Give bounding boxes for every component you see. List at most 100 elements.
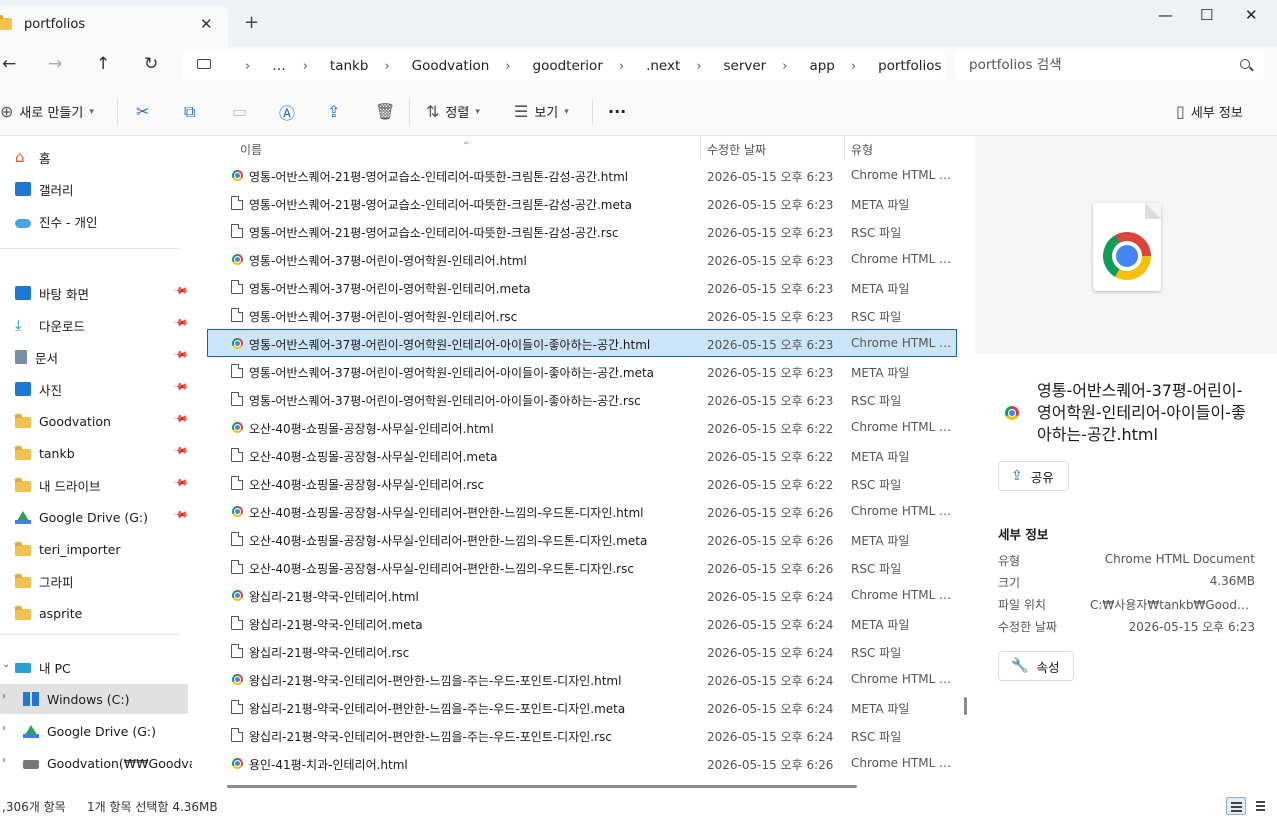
cut-button[interactable]: ✂ [136,87,149,136]
breadcrumb-item[interactable]: portfolios [878,58,941,74]
table-row[interactable]: 왕십리-21평-약국-인테리어.html 2026-05-15 오후 6:24 Ch… [207,581,957,609]
table-row[interactable]: 왕십리-21평-약국-인테리어-편안한-느낌을-주는-우드-포인트-디자인.ht… [207,665,957,693]
maximize-button[interactable]: ☐ [1200,6,1213,24]
table-row[interactable]: 왕십리-21평-약국-인테리어-편안한-느낌을-주는-우드-포인트-디자인.rs… [207,721,957,749]
details-share-button[interactable]: ⇪ 공유 [998,461,1069,491]
sidebar-item[interactable]: teri_importer [0,534,188,564]
table-row[interactable]: 영통-어반스퀘어-37평-어린이-영어학원-인테리어.meta 2026-05-1… [207,273,957,301]
sidebar-item[interactable]: › Goodvation(₩₩Goodvation [0,748,192,778]
column-type[interactable]: 유형 [851,141,873,158]
sidebar-item[interactable]: 갤러리 [0,174,188,204]
sidebar-item[interactable]: ⤓ 다운로드 📌 [0,310,189,340]
chevron-right-icon[interactable]: › [851,59,856,74]
sidebar-item[interactable]: 사진 📌 [0,374,189,404]
chevron-down-icon[interactable]: ⌄ [2,659,10,670]
pin-icon[interactable]: 📌 [172,283,189,300]
table-row[interactable]: 왕십리-21평-약국-인테리어.meta 2026-05-15 오후 6:24 ME… [207,609,957,637]
breadcrumb-item[interactable]: tankb [330,58,369,74]
table-row[interactable]: 용인-41평-치과-인테리어.html 2026-05-15 오후 6:26 Chr… [207,749,957,777]
horizontal-scrollbar[interactable] [227,785,857,788]
view-button[interactable]: ☰ 보기 ▾ [514,87,569,136]
paste-button[interactable]: ▭ [232,87,247,136]
up-button[interactable]: ↑ [96,54,110,74]
sidebar-item[interactable]: 진수 - 개인 [0,206,188,236]
sidebar-item[interactable]: asprite [0,598,188,628]
share-button[interactable]: ⇪ [327,87,340,136]
sort-button[interactable]: ⇅ 정렬 ▾ [426,87,480,136]
breadcrumb-item[interactable]: server [723,58,766,74]
sidebar-item[interactable]: 그라피 [0,566,188,596]
sidebar-item[interactable]: ⌂ 홈 [0,142,188,172]
table-row[interactable]: 오산-40평-쇼핑몰-공장형-사무실-인테리어.html 2026-05-15 오… [207,413,957,441]
table-row[interactable]: 오산-40평-쇼핑몰-공장형-사무실-인테리어-편안한-느낌의-우드톤-디자인.… [207,497,957,525]
table-row[interactable]: 영통-어반스퀘어-21평-영어교습소-인테리어-따뜻한-크림톤-감성-공간.rs… [207,217,957,245]
chevron-right-icon[interactable]: › [303,59,308,74]
table-row[interactable]: 영통-어반스퀘어-37평-어린이-영어학원-인테리어-아이들이-좋아하는-공간.… [207,357,957,385]
pin-icon[interactable]: 📌 [172,507,189,524]
new-button[interactable]: ⊕ 새로 만들기 ▾ [0,87,94,136]
chevron-right-icon[interactable]: › [2,691,6,702]
search-icon[interactable] [1240,59,1250,69]
chevron-right-icon[interactable]: › [2,723,6,734]
pin-icon[interactable]: 📌 [172,379,189,396]
table-row[interactable]: 오산-40평-쇼핑몰-공장형-사무실-인테리어.meta 2026-05-15 오… [207,441,957,469]
close-window-button[interactable]: ✕ [1245,6,1258,24]
close-tab-icon[interactable]: ✕ [200,15,213,33]
table-row[interactable]: 오산-40평-쇼핑몰-공장형-사무실-인테리어-편안한-느낌의-우드톤-디자인.… [207,525,957,553]
column-date[interactable]: 수정한 날짜 [707,141,766,158]
sidebar-item[interactable]: ⌄ 내 PC [0,652,188,682]
search-input[interactable] [969,55,1229,75]
pin-icon[interactable]: 📌 [172,347,189,364]
address-bar[interactable]: › … › tankb › Goodvation › goodterior › .next › ser… [183,50,963,80]
chevron-right-icon[interactable]: › [619,59,624,74]
tiles-view-button[interactable] [1252,797,1272,815]
table-row[interactable]: 영통-어반스퀘어-37평-어린이-영어학원-인테리어.rsc 2026-05-15… [207,301,957,329]
table-row[interactable]: 영통-어반스퀘어-21평-영어교습소-인테리어-따뜻한-크림톤-감성-공간.ht… [207,161,957,189]
more-options-button[interactable]: ··· [608,87,626,136]
pin-icon[interactable]: 📌 [172,443,189,460]
chevron-right-icon[interactable]: › [245,59,250,74]
table-row[interactable]: 왕십리-21평-약국-인테리어-편안한-느낌을-주는-우드-포인트-디자인.me… [207,693,957,721]
tab-portfolios[interactable]: portfolios ✕ [0,5,228,47]
table-row[interactable]: 영통-어반스퀘어-37평-어린이-영어학원-인테리어.html 2026-05-1… [207,245,957,273]
chevron-right-icon[interactable]: › [782,59,787,74]
back-button[interactable]: ← [2,54,16,74]
delete-button[interactable]: 🗑 [375,87,395,136]
table-row[interactable]: 오산-40평-쇼핑몰-공장형-사무실-인테리어.rsc 2026-05-15 오후… [207,469,957,497]
table-row[interactable]: 영통-어반스퀘어-37평-어린이-영어학원-인테리어-아이들이-좋아하는-공간.… [207,329,957,357]
breadcrumb-item[interactable]: app [809,58,834,74]
table-row[interactable]: 왕십리-21평-약국-인테리어.rsc 2026-05-15 오후 6:24 RSC… [207,637,957,665]
chevron-right-icon[interactable]: › [505,59,510,74]
rename-button[interactable]: Ⓐ [279,87,295,136]
details-pane-button[interactable]: ▯ 세부 정보 [1176,87,1243,136]
minimize-button[interactable]: — [1158,6,1173,24]
pin-icon[interactable]: 📌 [172,315,189,332]
column-divider[interactable] [700,136,701,160]
new-tab-button[interactable]: + [244,12,259,33]
sidebar-item[interactable]: › Windows (C:) [0,684,188,714]
vertical-scrollbar[interactable] [964,697,967,715]
sidebar-item[interactable]: 바탕 화면 📌 [0,278,189,308]
sidebar-item[interactable]: tankb 📌 [0,438,189,468]
details-view-button[interactable] [1226,797,1246,815]
column-name[interactable]: 이름 [240,141,262,158]
properties-button[interactable]: 🔧 속성 [998,651,1075,681]
refresh-button[interactable]: ↻ [144,54,158,74]
chevron-right-icon[interactable]: › [696,59,701,74]
breadcrumb-item[interactable]: … [272,58,287,74]
chevron-right-icon[interactable]: › [384,59,389,74]
table-row[interactable]: 영통-어반스퀘어-21평-영어교습소-인테리어-따뜻한-크림톤-감성-공간.me… [207,189,957,217]
sidebar-item[interactable]: Goodvation 📌 [0,406,189,436]
forward-button[interactable]: → [48,54,62,74]
table-row[interactable]: 오산-40평-쇼핑몰-공장형-사무실-인테리어-편안한-느낌의-우드톤-디자인.… [207,553,957,581]
pin-icon[interactable]: 📌 [172,475,189,492]
sidebar-item[interactable]: Google Drive (G:) 📌 [0,502,189,532]
pin-icon[interactable]: 📌 [172,411,189,428]
breadcrumb-item[interactable]: .next [646,58,680,74]
sidebar-item[interactable]: › Google Drive (G:) [0,716,188,746]
column-divider[interactable] [844,136,845,160]
breadcrumb-item[interactable]: Goodvation [412,58,490,74]
sidebar-item[interactable]: 내 드라이브 📌 [0,470,189,500]
chevron-right-icon[interactable]: › [2,755,6,766]
sidebar-item[interactable]: 문서 📌 [0,342,189,372]
